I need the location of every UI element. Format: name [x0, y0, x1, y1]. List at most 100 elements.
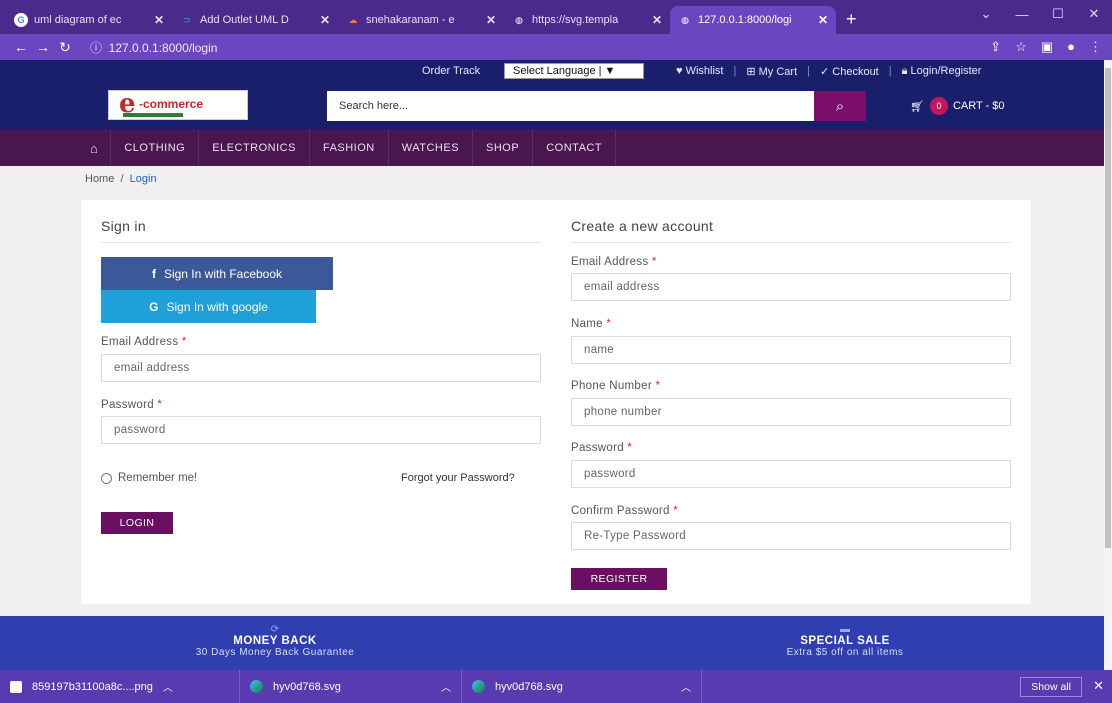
remember-me[interactable]: Remember me! — [101, 472, 197, 484]
register-title: Create a new account — [571, 218, 714, 234]
register-name-label: Name * — [571, 318, 611, 330]
cloud-icon: ☁ — [348, 14, 358, 25]
nav-item-fashion[interactable]: FASHION — [310, 130, 389, 166]
maximize-icon[interactable]: ☐ — [1040, 0, 1076, 28]
language-select[interactable]: Select Language | ▼ — [504, 63, 644, 79]
download-item[interactable]: hyv0d768.svg ︿ — [240, 670, 462, 703]
my-cart-label: My Cart — [758, 65, 798, 78]
register-name-field[interactable]: name — [571, 336, 1011, 364]
login-button[interactable]: LOGIN — [101, 512, 173, 534]
minimize-icon[interactable]: — — [1004, 0, 1040, 28]
reload-icon[interactable]: ↻ — [54, 39, 76, 56]
wishlist-link[interactable]: ♥ Wishlist — [676, 65, 723, 78]
page-content: Home / Login Sign in f Sign In with Face… — [0, 166, 1104, 616]
register-button[interactable]: REGISTER — [571, 568, 667, 590]
browser-tab-active[interactable]: ◍ 127.0.0.1:8000/logi ✕ — [670, 6, 836, 34]
back-icon[interactable]: ← — [10, 39, 32, 55]
site-logo[interactable]: e -commerce — [108, 89, 248, 120]
search-input[interactable]: Search here... — [327, 91, 814, 121]
chevron-up-icon[interactable]: ︿ — [441, 679, 451, 694]
browser-tab[interactable]: G uml diagram of ec ✕ — [6, 6, 172, 34]
chevron-up-icon[interactable]: ︿ — [163, 679, 173, 694]
breadcrumb: Home / Login — [85, 173, 157, 185]
close-tab-icon[interactable]: ✕ — [486, 13, 496, 27]
tab-search-icon[interactable]: ⌄ — [968, 0, 1004, 28]
signin-password-label: Password * — [101, 399, 162, 411]
close-tab-icon[interactable]: ✕ — [320, 13, 330, 27]
profile-icon[interactable]: ● — [1067, 39, 1075, 55]
download-filename: hyv0d768.svg — [495, 680, 563, 693]
sidebar-icon[interactable]: ▣ — [1041, 39, 1053, 55]
required-mark: * — [655, 380, 661, 392]
nav-item-watches[interactable]: WATCHES — [389, 130, 474, 166]
chevron-up-icon[interactable]: ︿ — [681, 679, 691, 694]
checkout-link[interactable]: ✓ Checkout — [820, 65, 879, 78]
facebook-signin-button[interactable]: f Sign In with Facebook — [101, 257, 333, 290]
show-all-button[interactable]: Show all — [1020, 677, 1082, 697]
nav-item-shop[interactable]: SHOP — [473, 130, 534, 166]
register-email-field[interactable]: email address — [571, 273, 1011, 301]
feature-special-sale: ▬ SPECIAL SALE Extra $5 off on all items — [720, 624, 970, 658]
register-phone-field[interactable]: phone number — [571, 398, 1011, 426]
google-signin-button[interactable]: G Sign In with google — [101, 290, 316, 323]
cart-icon: 🛒︎ — [910, 100, 924, 113]
new-tab-icon[interactable]: + — [846, 6, 857, 34]
register-confirm-field[interactable]: Re-Type Password — [571, 522, 1011, 550]
feature-title: SPECIAL SALE — [800, 635, 890, 647]
close-tab-icon[interactable]: ✕ — [652, 13, 662, 27]
close-window-icon[interactable]: ✕ — [1076, 0, 1112, 28]
url-field[interactable]: ⓘ 127.0.0.1:8000/login — [90, 39, 217, 56]
close-downloads-icon[interactable]: ✕ — [1093, 678, 1104, 694]
label-text: Phone Number — [571, 380, 652, 392]
order-track-link[interactable]: Order Track — [422, 65, 480, 77]
bookmark-star-icon[interactable]: ☆ — [1015, 39, 1027, 55]
facebook-icon: f — [151, 266, 156, 281]
nav-item-clothing[interactable]: CLOTHING — [111, 130, 200, 166]
google-signin-label: Sign In with google — [166, 299, 268, 314]
scrollbar-thumb[interactable] — [1105, 68, 1111, 548]
login-register-label: Login/Register — [910, 64, 982, 77]
login-register-link[interactable]: 🔒︎ Login/Register — [902, 65, 982, 78]
home-icon[interactable]: ⌂ — [78, 130, 112, 166]
nav-item-contact[interactable]: CONTACT — [533, 130, 617, 166]
browser-tab[interactable]: ☁ snehakaranam - e ✕ — [338, 6, 504, 34]
forgot-password-link[interactable]: Forgot your Password? — [401, 472, 515, 484]
share-icon[interactable]: ⇪ — [990, 39, 1001, 55]
download-filename: 859197b31100a8c....png — [32, 680, 153, 693]
menu-icon[interactable]: ⋮ — [1089, 39, 1102, 55]
remember-radio[interactable] — [101, 472, 112, 484]
feature-title: MONEY BACK — [233, 635, 317, 647]
nav-item-electronics[interactable]: ELECTRONICS — [199, 130, 310, 166]
divider: | — [807, 64, 810, 77]
close-tab-icon[interactable]: ✕ — [818, 13, 828, 27]
required-mark: * — [606, 318, 612, 330]
download-item[interactable]: hyv0d768.svg ︿ — [462, 670, 702, 703]
divider: | — [888, 64, 892, 77]
download-item[interactable]: 859197b31100a8c....png ︿ — [0, 670, 240, 703]
search-button[interactable]: ⌕ — [814, 91, 866, 121]
required-mark: * — [627, 442, 633, 454]
account-links: ♥ Wishlist | ⊞ My Cart | ✓ Checkout | 🔒︎… — [676, 65, 981, 78]
page-scrollbar[interactable] — [1104, 60, 1112, 670]
browser-tab[interactable]: ◍ https://svg.templa ✕ — [504, 6, 670, 34]
breadcrumb-sep: / — [120, 173, 124, 185]
cart-total: CART - $0 — [952, 100, 1005, 112]
signin-email-field[interactable]: email address — [101, 354, 541, 382]
label-text: Password — [571, 442, 624, 454]
forward-icon[interactable]: → — [32, 39, 54, 55]
search-icon: ⌕ — [835, 97, 845, 115]
close-tab-icon[interactable]: ✕ — [154, 13, 164, 27]
browser-tab[interactable]: ⊃ Add Outlet UML D ✕ — [172, 6, 338, 34]
signin-password-field[interactable]: password — [101, 416, 541, 444]
header-cart[interactable]: 🛒︎ 0 CART - $0 — [910, 97, 1005, 115]
downloads-bar: 859197b31100a8c....png ︿ hyv0d768.svg ︿ … — [0, 670, 1112, 703]
register-password-field[interactable]: password — [571, 460, 1011, 488]
file-icon — [10, 680, 22, 693]
my-cart-link[interactable]: ⊞ My Cart — [746, 65, 797, 78]
wishlist-label: Wishlist — [685, 64, 724, 77]
breadcrumb-home[interactable]: Home — [85, 173, 114, 185]
card-icon: ▬ — [840, 624, 850, 635]
register-email-label: Email Address * — [571, 256, 657, 268]
globe-icon: ◍ — [681, 14, 689, 25]
feature-money-back: ⟳ MONEY BACK 30 Days Money Back Guarante… — [150, 624, 400, 658]
